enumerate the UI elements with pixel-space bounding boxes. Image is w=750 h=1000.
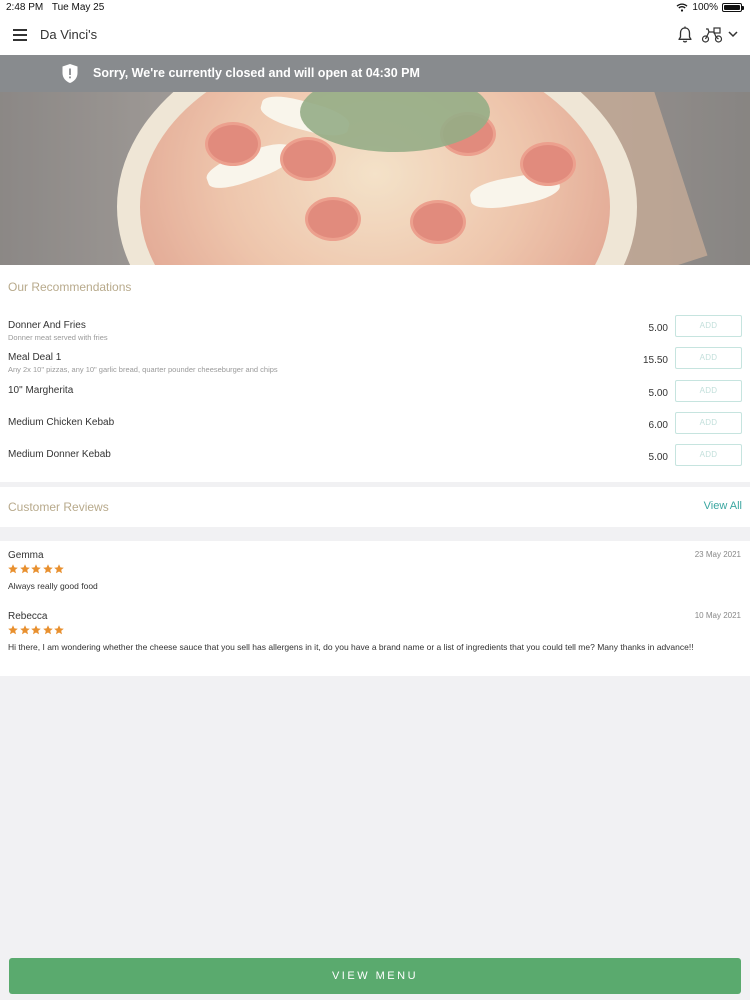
star-icon	[54, 564, 64, 574]
recommendations-section: Our Recommendations Donner And Fries Don…	[0, 265, 750, 482]
menu-item-price: 5.00	[648, 323, 668, 334]
shield-icon	[62, 64, 78, 83]
status-date: Tue May 25	[51, 2, 105, 13]
bell-icon[interactable]	[677, 26, 693, 44]
menu-item-name: Donner And Fries	[8, 320, 86, 331]
hero-pizza-image	[0, 92, 750, 265]
menu-item-price: 5.00	[648, 388, 668, 399]
add-button[interactable]: ADD	[675, 347, 742, 369]
review-date: 10 May 2021	[694, 611, 741, 620]
menu-item-name: Medium Donner Kebab	[8, 449, 111, 460]
closed-banner: Sorry, We're currently closed and will o…	[0, 55, 750, 92]
menu-item-price: 6.00	[648, 420, 668, 431]
star-icon	[19, 625, 30, 635]
star-icon	[42, 564, 53, 574]
review-text: Always really good food	[8, 581, 98, 591]
add-button[interactable]: ADD	[675, 380, 742, 402]
menu-item-description: Donner meat served with fries	[8, 333, 108, 342]
add-button[interactable]: ADD	[675, 315, 742, 337]
closed-message: Sorry, We're currently closed and will o…	[93, 66, 420, 80]
recommendations-title: Our Recommendations	[8, 280, 132, 294]
status-right: 100%	[676, 2, 744, 13]
star-icon	[31, 625, 41, 635]
review-text: Hi there, I am wondering whether the che…	[8, 642, 694, 652]
page-title: Da Vinci's	[40, 27, 98, 42]
reviewer-name: Rebecca	[8, 611, 48, 622]
menu-item-name: Medium Chicken Kebab	[8, 417, 115, 428]
star-icon	[42, 625, 53, 635]
wifi-icon	[676, 3, 688, 12]
nav-bar: Da Vinci's	[0, 16, 750, 55]
menu-item: Medium Chicken Kebab 6.00 ADD	[0, 412, 750, 449]
menu-item: Medium Donner Kebab 5.00 ADD	[0, 444, 750, 481]
status-left: 2:48 PM Tue May 25	[6, 2, 110, 13]
star-icon	[54, 625, 64, 635]
view-menu-button[interactable]: VIEW MENU	[9, 958, 741, 994]
menu-item-price: 15.50	[642, 355, 668, 366]
view-all-link[interactable]: View All	[704, 500, 742, 512]
battery-percent: 100%	[692, 2, 718, 13]
reviewer-name: Gemma	[8, 550, 44, 561]
menu-item-price: 5.00	[648, 452, 668, 463]
reviews-header: Customer Reviews View All	[0, 487, 750, 527]
menu-icon[interactable]	[13, 29, 27, 41]
status-time: 2:48 PM	[6, 2, 44, 13]
menu-item: 10" Margherita 5.00 ADD	[0, 380, 750, 417]
menu-item: Meal Deal 1 Any 2x 10" pizzas, any 10" g…	[0, 347, 750, 384]
star-icon	[19, 564, 30, 574]
star-icon	[31, 564, 41, 574]
menu-item-name: 10" Margherita	[8, 385, 74, 396]
review-date: 23 May 2021	[694, 550, 741, 559]
add-button[interactable]: ADD	[675, 412, 742, 434]
reviews-title: Customer Reviews	[8, 500, 109, 514]
star-rating	[8, 564, 64, 574]
star-icon	[8, 625, 18, 635]
chevron-down-icon[interactable]	[727, 28, 739, 40]
menu-item-name: Meal Deal 1	[8, 352, 62, 363]
menu-item: Donner And Fries Donner meat served with…	[0, 315, 750, 352]
star-icon	[8, 564, 18, 574]
status-bar: 2:48 PM Tue May 25 100%	[0, 0, 750, 16]
battery-icon	[722, 3, 744, 12]
reviews-list: Gemma 23 May 2021 Always really good foo…	[0, 541, 750, 676]
delivery-icon[interactable]	[701, 26, 723, 44]
star-rating	[8, 625, 64, 635]
add-button[interactable]: ADD	[675, 444, 742, 466]
menu-item-description: Any 2x 10" pizzas, any 10" garlic bread,…	[8, 365, 278, 374]
